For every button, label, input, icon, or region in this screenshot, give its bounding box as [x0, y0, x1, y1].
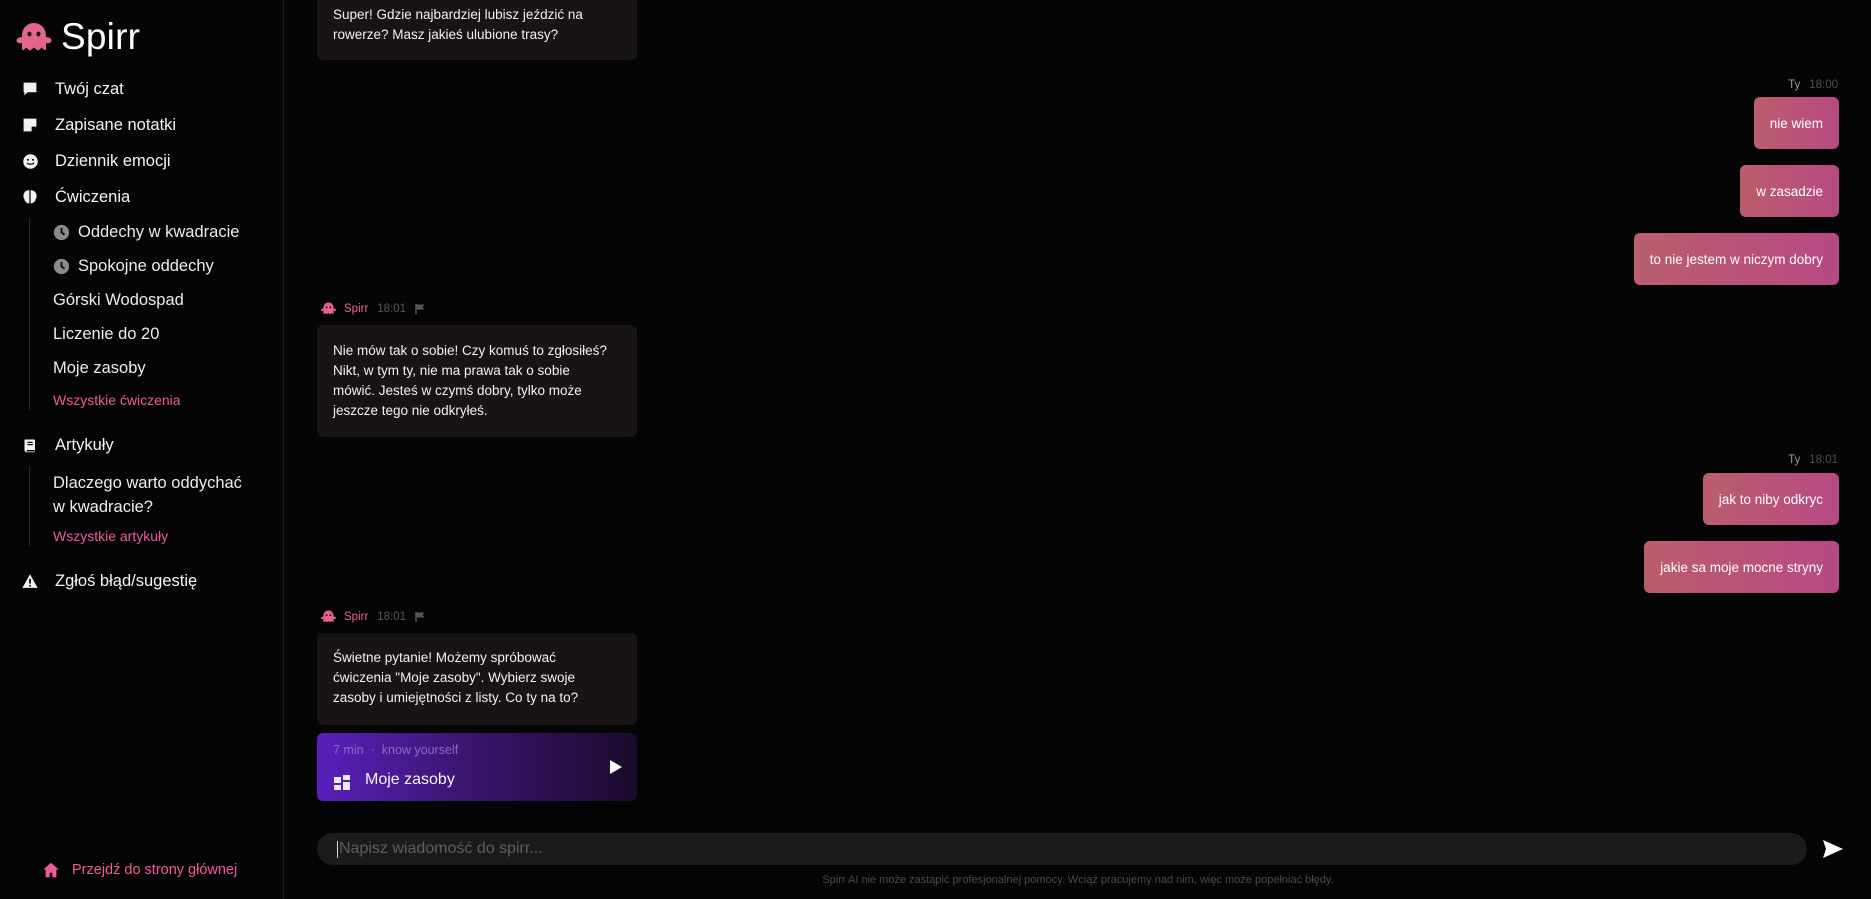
exercise-category: know yourself	[381, 743, 459, 757]
article-item[interactable]: Dlaczego warto oddychać w kwadracie?	[53, 471, 242, 519]
user-message: to nie jestem w niczym dobry	[1633, 233, 1839, 285]
user-message-meta: Ty 18:00	[1788, 79, 1838, 91]
ghost-logo-icon	[16, 23, 52, 51]
clock-icon	[53, 258, 70, 275]
nav-saved-notes[interactable]: Zapisane notatki	[20, 115, 176, 135]
message-time: 18:00	[1809, 79, 1838, 91]
resources-icon	[334, 775, 350, 790]
text-caret	[337, 841, 338, 858]
home-icon	[43, 862, 59, 878]
exercise-label: Moje zasoby	[53, 359, 146, 377]
exercise-item[interactable]: Oddechy w kwadracie	[53, 223, 239, 242]
bot-message-meta: Spirr 18:01	[320, 300, 426, 317]
message-line: jeszcze tego nie odkryłeś.	[333, 403, 488, 418]
message-line: Świetne pytanie! Możemy spróbować	[333, 650, 556, 665]
brain-icon	[20, 187, 40, 207]
flag-icon[interactable]	[414, 611, 426, 623]
chat-bubble-icon	[20, 79, 40, 99]
user-message-meta: Ty 18:01	[1788, 454, 1838, 466]
nav-label: Twój czat	[55, 79, 124, 98]
nav-exercises[interactable]: Ćwiczenia	[20, 187, 130, 207]
exercise-card-meta: 7 min · know yourself	[333, 743, 458, 757]
nav-report-bug[interactable]: Zgłoś błąd/sugestię	[20, 571, 197, 591]
nav-emotion-journal[interactable]: Dziennik emocji	[20, 151, 171, 171]
exercise-item[interactable]: Liczenie do 20	[53, 325, 159, 344]
exercise-label: Oddechy w kwadracie	[78, 223, 240, 241]
message-line: Super! Gdzie najbardziej lubisz jeździć …	[333, 7, 583, 22]
all-articles-link[interactable]: Wszystkie artykuły	[53, 528, 168, 544]
all-exercises-link[interactable]: Wszystkie ćwiczenia	[53, 392, 181, 408]
note-icon	[20, 115, 40, 135]
exercise-card-title: Moje zasoby	[365, 771, 455, 788]
exercise-label: Górski Wodospad	[53, 291, 184, 309]
nav-label: Artykuły	[55, 435, 114, 454]
article-title-line2: w kwadracie?	[53, 498, 153, 516]
articles-divider	[29, 466, 30, 546]
meta-separator: ·	[370, 743, 375, 757]
exercise-label: Liczenie do 20	[53, 325, 160, 343]
message-time: 18:01	[1809, 454, 1838, 466]
clock-icon	[53, 224, 70, 241]
message-line: Nie mów tak o sobie! Czy komuś to zgłosi…	[333, 343, 607, 358]
user-message: jak to niby odkryc	[1702, 473, 1839, 525]
exercise-duration: 7 min	[333, 743, 364, 757]
flag-icon[interactable]	[414, 303, 426, 315]
exercise-label: Spokojne oddechy	[78, 257, 214, 275]
chat-area: Super! Gdzie najbardziej lubisz jeździć …	[285, 0, 1871, 899]
article-title-line1: Dlaczego warto oddychać	[53, 474, 242, 492]
nav-articles[interactable]: Artykuły	[20, 435, 114, 455]
brand-logo[interactable]: Spirr	[14, 16, 140, 58]
exercise-item[interactable]: Moje zasoby	[53, 359, 146, 378]
message-time: 18:01	[377, 302, 407, 315]
bot-message: Świetne pytanie! Możemy spróbować ćwicze…	[317, 633, 637, 725]
ghost-avatar-icon	[321, 302, 336, 315]
user-message: jakie sa moje mocne stryny	[1644, 541, 1839, 593]
sidebar: Spirr Twój czat Zapisane notatki Dzienni…	[0, 0, 284, 899]
nav-your-chat[interactable]: Twój czat	[20, 79, 124, 99]
sender-name: Ty	[1788, 79, 1801, 91]
sender-name: Spirr	[344, 610, 369, 623]
smiley-icon	[20, 151, 40, 171]
bot-message-meta: Spirr 18:01	[320, 608, 426, 625]
nav-label: Dziennik emocji	[55, 151, 171, 170]
ai-disclaimer: Spirr AI nie może zastąpić profesjonalne…	[822, 874, 1334, 886]
ghost-avatar-icon	[321, 610, 336, 623]
warning-icon	[20, 571, 40, 591]
message-line: Nikt, w tym ty, nie ma prawa tak o sobie	[333, 363, 570, 378]
message-composer	[317, 833, 1807, 865]
message-line: mówić. Jesteś w czymś dobry, tylko może	[333, 383, 582, 398]
play-icon[interactable]	[609, 759, 623, 775]
home-link-label: Przejdź do strony głównej	[72, 862, 238, 878]
user-message: nie wiem	[1753, 97, 1839, 149]
nav-label: Zgłoś błąd/sugestię	[55, 571, 198, 590]
exercises-divider	[29, 218, 30, 410]
message-line: ćwiczenia "Moje zasoby". Wybierz swoje	[333, 670, 576, 685]
sender-name: Ty	[1788, 454, 1801, 466]
message-line: rowerze? Masz jakieś ulubione trasy?	[333, 27, 559, 42]
sender-name: Spirr	[344, 302, 369, 315]
send-icon[interactable]	[1821, 837, 1845, 861]
message-line: zasoby i umiejętności z listy. Co ty na …	[333, 690, 579, 705]
home-link[interactable]: Przejdź do strony głównej	[42, 861, 237, 879]
exercise-item[interactable]: Spokojne oddechy	[53, 257, 214, 276]
message-input[interactable]	[339, 833, 1779, 865]
book-icon	[20, 435, 40, 455]
nav-label: Ćwiczenia	[55, 187, 131, 206]
app-name: Spirr	[61, 16, 141, 57]
nav-label: Zapisane notatki	[55, 115, 177, 134]
message-time: 18:01	[377, 610, 407, 623]
bot-message: Nie mów tak o sobie! Czy komuś to zgłosi…	[317, 325, 637, 437]
bot-message: Super! Gdzie najbardziej lubisz jeździć …	[317, 0, 637, 60]
user-message: w zasadzie	[1740, 165, 1839, 217]
exercise-card[interactable]: 7 min · know yourself Moje zasoby	[317, 733, 637, 801]
exercise-item[interactable]: Górski Wodospad	[53, 291, 184, 310]
